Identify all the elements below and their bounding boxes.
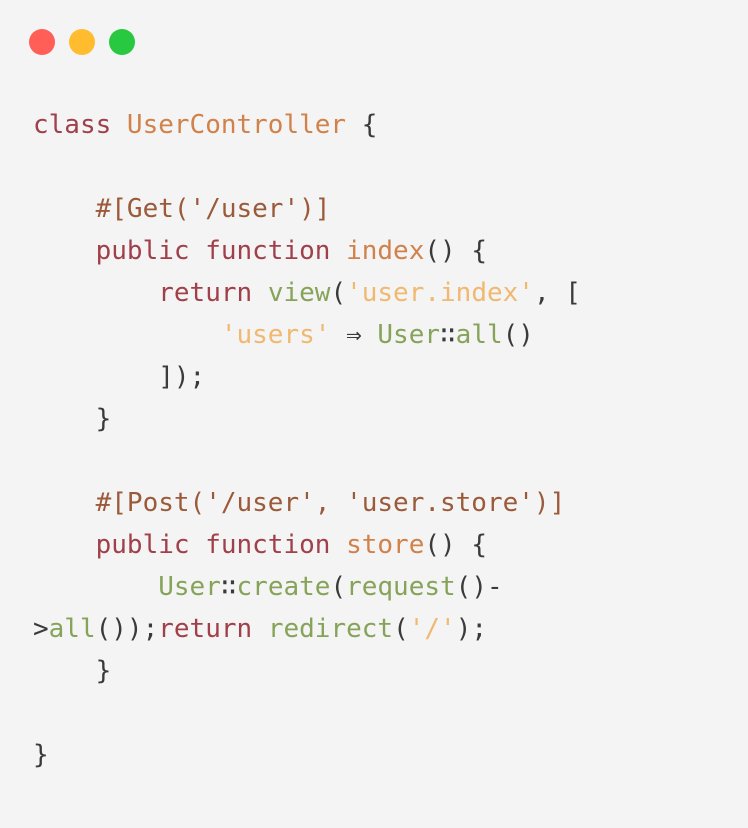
code-line: } bbox=[33, 404, 112, 434]
code-token: ()- bbox=[455, 572, 503, 602]
code-token: () { bbox=[424, 530, 487, 560]
code-token: ( bbox=[330, 278, 347, 308]
code-line: } bbox=[33, 656, 112, 686]
minimize-window-icon[interactable] bbox=[69, 29, 95, 55]
code-line: User∷create(request()- bbox=[33, 572, 503, 602]
code-token: ⇒ bbox=[330, 320, 378, 350]
code-token: #[Post('/user', 'user.store')] bbox=[95, 488, 566, 518]
maximize-window-icon[interactable] bbox=[109, 29, 135, 55]
code-token: () bbox=[502, 320, 534, 350]
code-token: request bbox=[346, 572, 456, 602]
code-token: UserController bbox=[126, 110, 347, 140]
code-token: ]); bbox=[158, 362, 206, 392]
code-token: ∷ bbox=[220, 572, 237, 602]
code-token: public function bbox=[95, 236, 347, 266]
code-token: 'user.index' bbox=[346, 278, 534, 308]
code-token: 'users' bbox=[220, 320, 331, 350]
code-token: ( bbox=[393, 614, 409, 644]
code-token: view bbox=[267, 278, 331, 308]
code-token: public function bbox=[95, 530, 347, 560]
code-line: 'users' ⇒ User∷all() bbox=[33, 320, 534, 350]
code-token: } bbox=[95, 656, 112, 686]
code-token: index bbox=[346, 236, 425, 266]
close-window-icon[interactable] bbox=[29, 29, 55, 55]
code-token: , [ bbox=[533, 278, 581, 308]
code-line: ]); bbox=[33, 362, 205, 392]
code-line: } bbox=[33, 740, 49, 770]
code-token: () { bbox=[424, 236, 487, 266]
code-line: >all());return redirect('/'); bbox=[33, 614, 487, 644]
code-token: ); bbox=[455, 614, 487, 644]
code-token: '/' bbox=[408, 614, 456, 644]
code-line: public function store() { bbox=[33, 530, 487, 560]
code-token: } bbox=[33, 740, 49, 770]
code-token: { bbox=[346, 110, 378, 140]
code-token: > bbox=[33, 614, 49, 644]
code-block: class UserController { #[Get('/user')] p… bbox=[33, 104, 581, 776]
code-token: User bbox=[377, 320, 441, 350]
code-token: store bbox=[346, 530, 425, 560]
code-token: return bbox=[158, 278, 268, 308]
code-token: #[Get('/user')] bbox=[95, 194, 331, 224]
code-line: class UserController { bbox=[33, 110, 377, 140]
code-token: } bbox=[95, 404, 112, 434]
code-line: return view('user.index', [ bbox=[33, 278, 581, 308]
code-token: create bbox=[236, 572, 331, 602]
code-token: User bbox=[158, 572, 221, 602]
code-token: all bbox=[455, 320, 503, 350]
code-line: #[Get('/user')] bbox=[33, 194, 331, 224]
code-token: all bbox=[48, 614, 96, 644]
window-controls bbox=[29, 29, 135, 55]
code-token: ∷ bbox=[440, 320, 456, 350]
code-token: ( bbox=[330, 572, 347, 602]
code-token: return bbox=[158, 614, 268, 644]
code-line: public function index() { bbox=[33, 236, 487, 266]
code-token: redirect bbox=[267, 614, 394, 644]
code-token: ()); bbox=[95, 614, 159, 644]
code-window: class UserController { #[Get('/user')] p… bbox=[0, 0, 748, 828]
code-line: #[Post('/user', 'user.store')] bbox=[33, 488, 566, 518]
code-token: class bbox=[33, 110, 127, 140]
